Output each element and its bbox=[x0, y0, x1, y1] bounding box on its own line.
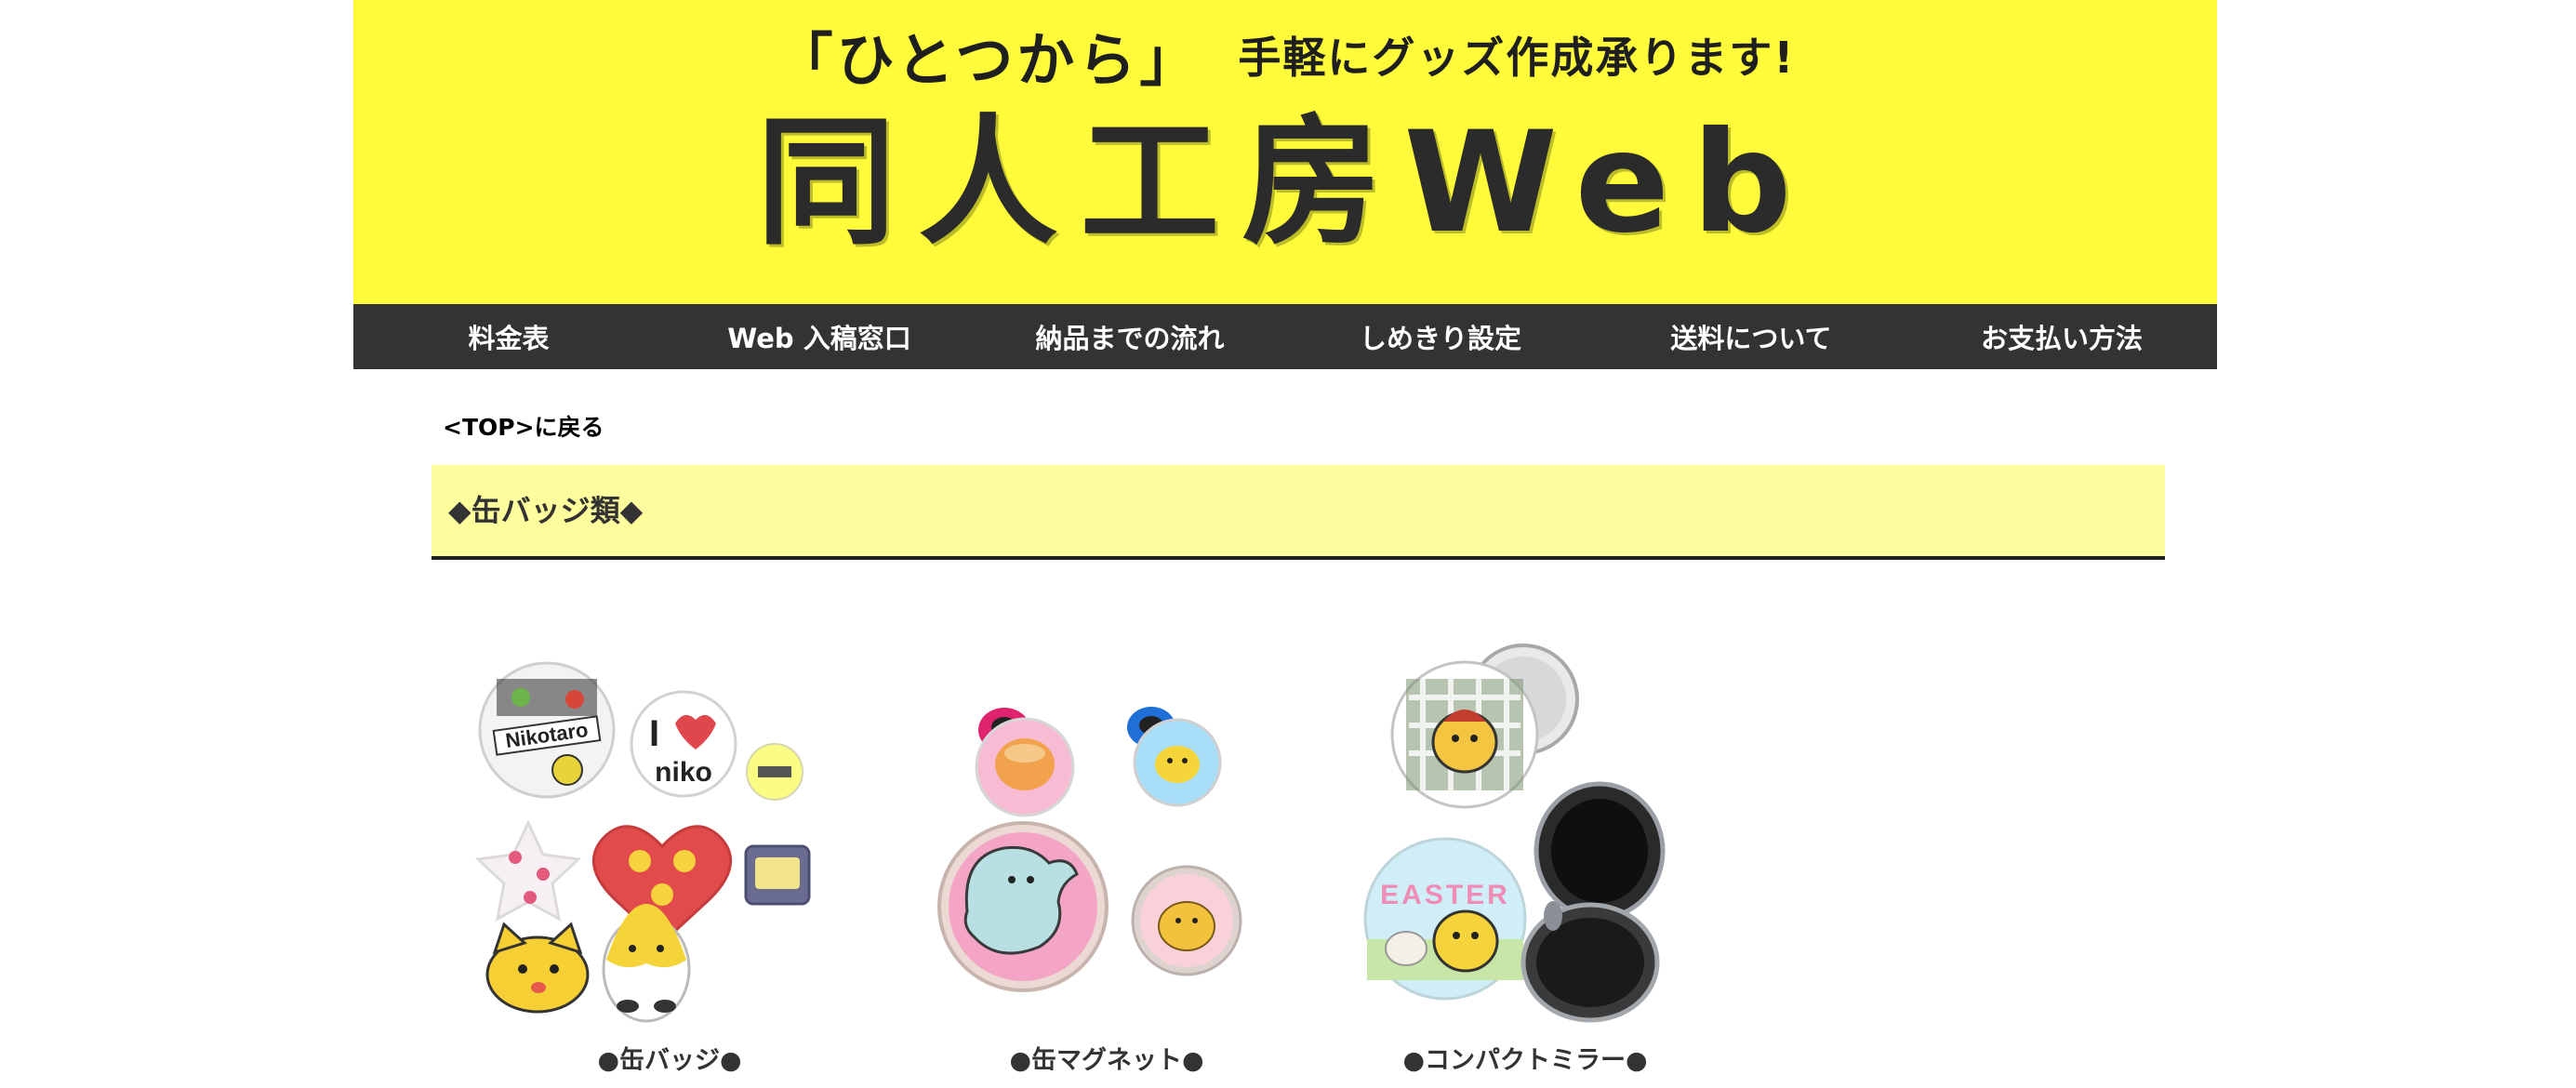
page: 「ひとつから」 手軽にグッズ作成承ります! 同人工房Web 料金表 Web 入稿窓… bbox=[353, 0, 2217, 1081]
product-can-badge[interactable]: Nikotaro I niko ●缶バッジ● bbox=[465, 642, 874, 1088]
product-can-magnet[interactable]: ●缶マグネット● bbox=[902, 642, 1311, 1088]
section-header: ◆缶バッジ類◆ bbox=[432, 465, 2165, 560]
header-tagline: 「ひとつから」 手軽にグッズ作成承ります! bbox=[353, 13, 2217, 97]
product-compact-mirror[interactable]: EASTER ●コンパクトミラー● bbox=[1321, 642, 1730, 1088]
product-caption-can-badge[interactable]: ●缶バッジ● bbox=[465, 1040, 874, 1076]
header-banner[interactable]: 「ひとつから」 手軽にグッズ作成承ります! 同人工房Web bbox=[353, 0, 2217, 304]
back-to-top-link[interactable]: <TOP>に戻る bbox=[443, 409, 604, 443]
nav-item-web-submission[interactable]: Web 入稿窓口 bbox=[664, 304, 975, 369]
nav-item-payment[interactable]: お支払い方法 bbox=[1906, 304, 2217, 369]
compact-mirror-image: EASTER bbox=[1363, 644, 1666, 1023]
svg-text:niko: niko bbox=[655, 757, 712, 788]
svg-text:I: I bbox=[649, 713, 659, 754]
can-magnet-image bbox=[937, 707, 1242, 992]
nav-item-price-list[interactable]: 料金表 bbox=[353, 304, 664, 369]
tagline-bracket: 「ひとつから」 bbox=[775, 26, 1202, 94]
section-title: ◆缶バッジ類◆ bbox=[448, 493, 644, 528]
svg-text:EASTER: EASTER bbox=[1380, 880, 1510, 910]
nav-item-delivery-flow[interactable]: 納品までの流れ bbox=[975, 304, 1285, 369]
main-nav: 料金表 Web 入稿窓口 納品までの流れ しめきり設定 送料について お支払い方… bbox=[353, 304, 2217, 369]
nav-item-shipping[interactable]: 送料について bbox=[1596, 304, 1906, 369]
can-badge-image: Nikotaro I niko bbox=[474, 661, 811, 1023]
product-caption-can-magnet[interactable]: ●缶マグネット● bbox=[902, 1040, 1311, 1076]
nav-item-deadline[interactable]: しめきり設定 bbox=[1285, 304, 1596, 369]
site-logo-title: 同人工房Web bbox=[756, 102, 1814, 264]
tagline-text: 手軽にグッズ作成承ります! bbox=[1238, 33, 1796, 83]
product-caption-compact-mirror[interactable]: ●コンパクトミラー● bbox=[1321, 1040, 1730, 1076]
